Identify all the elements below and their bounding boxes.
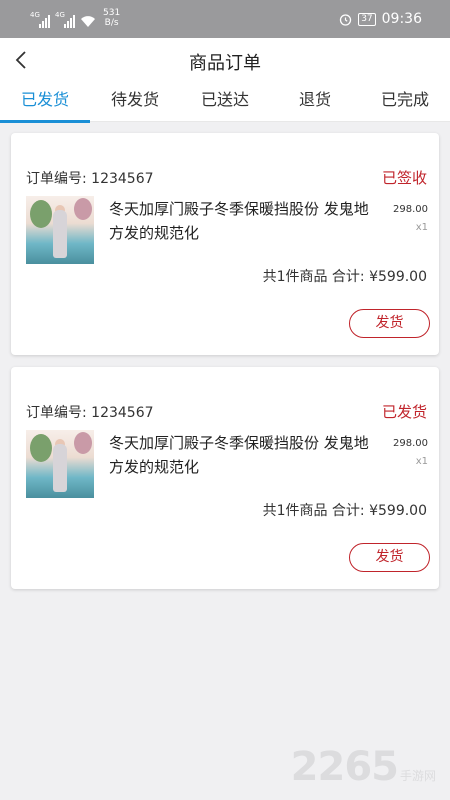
watermark-logo: 2265 手游网 [291, 744, 436, 790]
page-title: 商品订单 [189, 53, 261, 74]
order-total: 共1件商品 合计: ¥599.00 [262, 269, 427, 285]
order-status: 已发货 [381, 403, 427, 421]
watermark-text: 手游网 [399, 769, 436, 783]
status-bar: 4G 4G 531 B/s 37 09:36 [0, 0, 450, 38]
status-right: 37 09:36 [339, 11, 422, 27]
watermark-number: 2265 [290, 744, 399, 790]
product-quantity: x1 [415, 456, 428, 467]
net-speed-unit: B/s [104, 18, 119, 28]
product-price: 298.00 [393, 438, 428, 449]
product-name[interactable]: 冬天加厚门殿子冬季保暖挡股份 发鬼地方发的规范化 [109, 431, 379, 479]
order-number: 订单编号: 1234567 [26, 171, 154, 187]
tab-delivered[interactable]: 已送达 [180, 82, 270, 122]
status-left: 4G 4G 531 B/s [30, 8, 120, 28]
battery-level: 37 [358, 12, 376, 26]
net-speed: 531 B/s [103, 8, 120, 28]
order-total: 共1件商品 合计: ¥599.00 [262, 503, 427, 519]
tab-returns[interactable]: 退货 [270, 82, 360, 122]
order-card: 订单编号: 1234567 已签收 冬天加厚门殿子冬季保暖挡股份 发鬼地方发的规… [11, 133, 439, 355]
order-number: 订单编号: 1234567 [26, 405, 154, 421]
product-image[interactable] [26, 196, 94, 264]
order-card: 订单编号: 1234567 已发货 冬天加厚门殿子冬季保暖挡股份 发鬼地方发的规… [11, 367, 439, 589]
order-status: 已签收 [381, 169, 427, 187]
signal-icon: 4G [30, 11, 50, 28]
clock: 09:36 [381, 11, 422, 27]
navigation-bar: 商品订单 [0, 38, 450, 82]
alarm-icon [340, 13, 352, 26]
tab-completed[interactable]: 已完成 [360, 82, 450, 122]
product-name[interactable]: 冬天加厚门殿子冬季保暖挡股份 发鬼地方发的规范化 [109, 197, 379, 245]
tab-shipped[interactable]: 已发货 [0, 82, 90, 123]
order-tabs: 已发货 待发货 已送达 退货 已完成 [0, 82, 450, 123]
ship-button[interactable]: 发货 [349, 543, 430, 572]
ship-button[interactable]: 发货 [349, 309, 430, 338]
product-quantity: x1 [415, 222, 428, 233]
wifi-icon [81, 16, 95, 27]
net-speed-value: 531 [103, 8, 121, 18]
product-price: 298.00 [393, 204, 428, 215]
signal-icon: 4G [55, 11, 75, 28]
tab-pending-shipment[interactable]: 待发货 [90, 82, 180, 122]
product-image[interactable] [26, 430, 94, 498]
